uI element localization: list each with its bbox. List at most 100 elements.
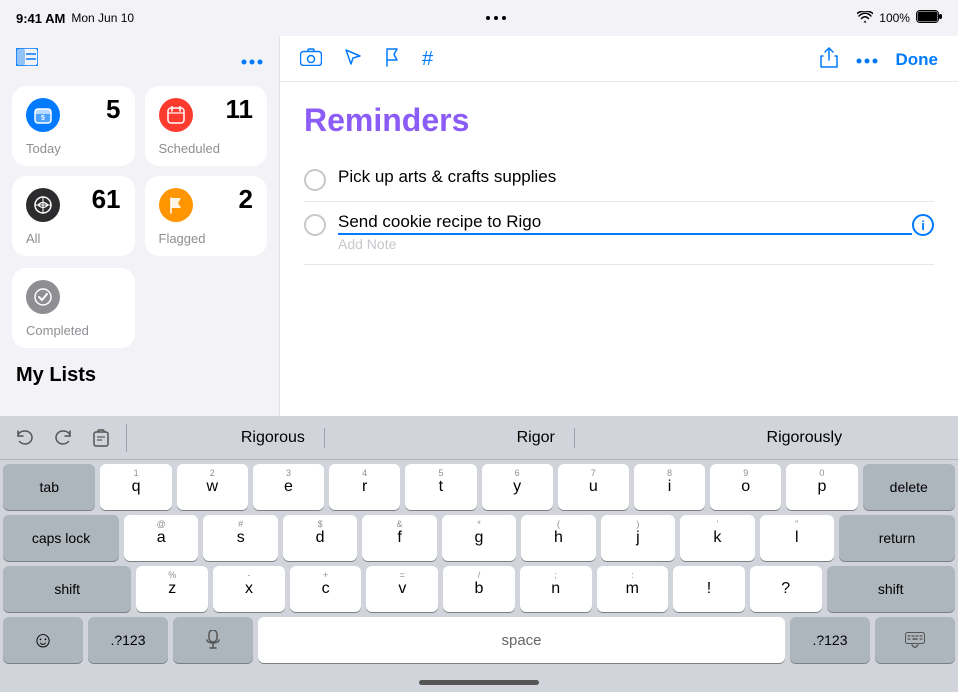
add-note-text[interactable]: Add Note	[338, 236, 396, 252]
detail-toolbar: #	[280, 36, 958, 82]
key-g[interactable]: * g	[442, 515, 516, 561]
key-z[interactable]: % z	[136, 566, 208, 612]
key-numbers[interactable]: .?123	[88, 617, 168, 663]
today-count: 5	[106, 96, 120, 122]
key-exclamation[interactable]: !	[673, 566, 745, 612]
key-tab[interactable]: tab	[3, 464, 95, 510]
home-indicator	[0, 672, 958, 692]
key-emoji[interactable]: ☺	[3, 617, 83, 663]
key-hide-keyboard[interactable]	[875, 617, 955, 663]
reminder-checkbox-1[interactable]	[304, 169, 326, 191]
key-return[interactable]: return	[839, 515, 955, 561]
share-icon[interactable]	[820, 46, 838, 73]
camera-icon[interactable]	[300, 48, 322, 71]
reminder-info-button[interactable]: i	[912, 214, 934, 236]
sidebar-toggle-icon[interactable]	[16, 46, 38, 72]
completed-icon	[26, 280, 60, 314]
key-r[interactable]: 4 r	[329, 464, 400, 510]
key-question[interactable]: ?	[750, 566, 822, 612]
key-v[interactable]: = v	[366, 566, 438, 612]
completed-card[interactable]: Completed	[12, 268, 135, 348]
battery-icon	[916, 10, 942, 26]
battery-status: 100%	[879, 11, 910, 25]
status-bar: 9:41 AM Mon Jun 10 100%	[0, 0, 958, 36]
flag-icon[interactable]	[384, 47, 400, 72]
key-m[interactable]: : m	[597, 566, 669, 612]
flagged-count: 2	[239, 186, 253, 212]
done-button[interactable]: Done	[896, 50, 939, 70]
svg-text:5: 5	[41, 115, 45, 122]
status-time: 9:41 AM	[16, 11, 65, 26]
key-mic[interactable]	[173, 617, 253, 663]
key-l[interactable]: " l	[760, 515, 834, 561]
key-h[interactable]: ( h	[521, 515, 595, 561]
status-date: Mon Jun 10	[71, 11, 134, 25]
key-y[interactable]: 6 y	[482, 464, 553, 510]
smart-list-flagged[interactable]: 2 Flagged	[145, 176, 268, 256]
toolbar-icons-right: Done	[820, 46, 939, 73]
sidebar-toolbar	[12, 46, 267, 72]
key-x[interactable]: - x	[213, 566, 285, 612]
smart-lists-grid: 5 5 Today 11 Scheduled	[12, 86, 267, 256]
scheduled-count: 11	[226, 96, 254, 122]
suggestion-rigorously[interactable]: Rigorously	[747, 425, 863, 451]
autocomplete-actions	[10, 423, 116, 453]
key-space[interactable]: space	[258, 617, 785, 663]
status-dots	[486, 16, 506, 20]
suggestion-rigor[interactable]: Rigor	[497, 425, 575, 451]
sidebar-more-icon[interactable]	[241, 48, 263, 71]
undo-icon[interactable]	[10, 423, 40, 453]
key-row-2: caps lock @ a # s $ d & f * g (	[3, 515, 955, 561]
all-label: All	[26, 231, 121, 246]
key-i[interactable]: 8 i	[634, 464, 705, 510]
key-u[interactable]: 7 u	[558, 464, 629, 510]
key-a[interactable]: @ a	[124, 515, 198, 561]
autocomplete-bar: Rigorous Rigor Rigorously	[0, 416, 958, 460]
reminder-checkbox-2[interactable]	[304, 214, 326, 236]
smart-list-scheduled[interactable]: 11 Scheduled	[145, 86, 268, 166]
reminder-item-2[interactable]: Send cookie recipe to Rigo i Add Note	[304, 202, 934, 265]
smart-list-today[interactable]: 5 5 Today	[12, 86, 135, 166]
key-s[interactable]: # s	[203, 515, 277, 561]
key-delete[interactable]: delete	[863, 464, 955, 510]
key-row-1: tab 1 q 2 w 3 e 4 r 5 t 6	[3, 464, 955, 510]
wifi-icon	[857, 11, 873, 26]
home-bar	[419, 680, 539, 685]
key-row-3: shift % z - x + c = v / b ;	[3, 566, 955, 612]
key-k[interactable]: ' k	[680, 515, 754, 561]
key-b[interactable]: / b	[443, 566, 515, 612]
redo-icon[interactable]	[48, 423, 78, 453]
key-c[interactable]: + c	[290, 566, 362, 612]
smart-list-all[interactable]: 61 All	[12, 176, 135, 256]
suggestion-rigorous[interactable]: Rigorous	[221, 425, 325, 451]
today-icon: 5	[26, 98, 60, 132]
key-shift-right[interactable]: shift	[827, 566, 955, 612]
reminder-item-1[interactable]: Pick up arts & crafts supplies	[304, 157, 934, 202]
more-icon[interactable]	[856, 51, 878, 69]
hash-icon[interactable]: #	[422, 48, 433, 71]
key-j[interactable]: ) j	[601, 515, 675, 561]
key-shift-left[interactable]: shift	[3, 566, 131, 612]
flagged-icon	[159, 188, 193, 222]
clipboard-icon[interactable]	[86, 423, 116, 453]
key-row-4: ☺ .?123 space .?123	[3, 617, 955, 663]
key-numbers-right[interactable]: .?123	[790, 617, 870, 663]
completed-label: Completed	[26, 323, 121, 338]
key-t[interactable]: 5 t	[405, 464, 476, 510]
key-capslock[interactable]: caps lock	[3, 515, 119, 561]
key-f[interactable]: & f	[362, 515, 436, 561]
reminders-title: Reminders	[304, 102, 934, 139]
flagged-label: Flagged	[159, 231, 254, 246]
key-w[interactable]: 2 w	[177, 464, 248, 510]
key-e[interactable]: 3 e	[253, 464, 324, 510]
key-o[interactable]: 9 o	[710, 464, 781, 510]
all-icon	[26, 188, 60, 222]
today-label: Today	[26, 141, 121, 156]
key-q[interactable]: 1 q	[100, 464, 171, 510]
key-d[interactable]: $ d	[283, 515, 357, 561]
key-n[interactable]: ; n	[520, 566, 592, 612]
reminder-text-1: Pick up arts & crafts supplies	[338, 167, 934, 187]
key-p[interactable]: 0 p	[786, 464, 857, 510]
my-lists-heading: My Lists	[12, 360, 267, 389]
location-arrow-icon[interactable]	[344, 48, 362, 71]
